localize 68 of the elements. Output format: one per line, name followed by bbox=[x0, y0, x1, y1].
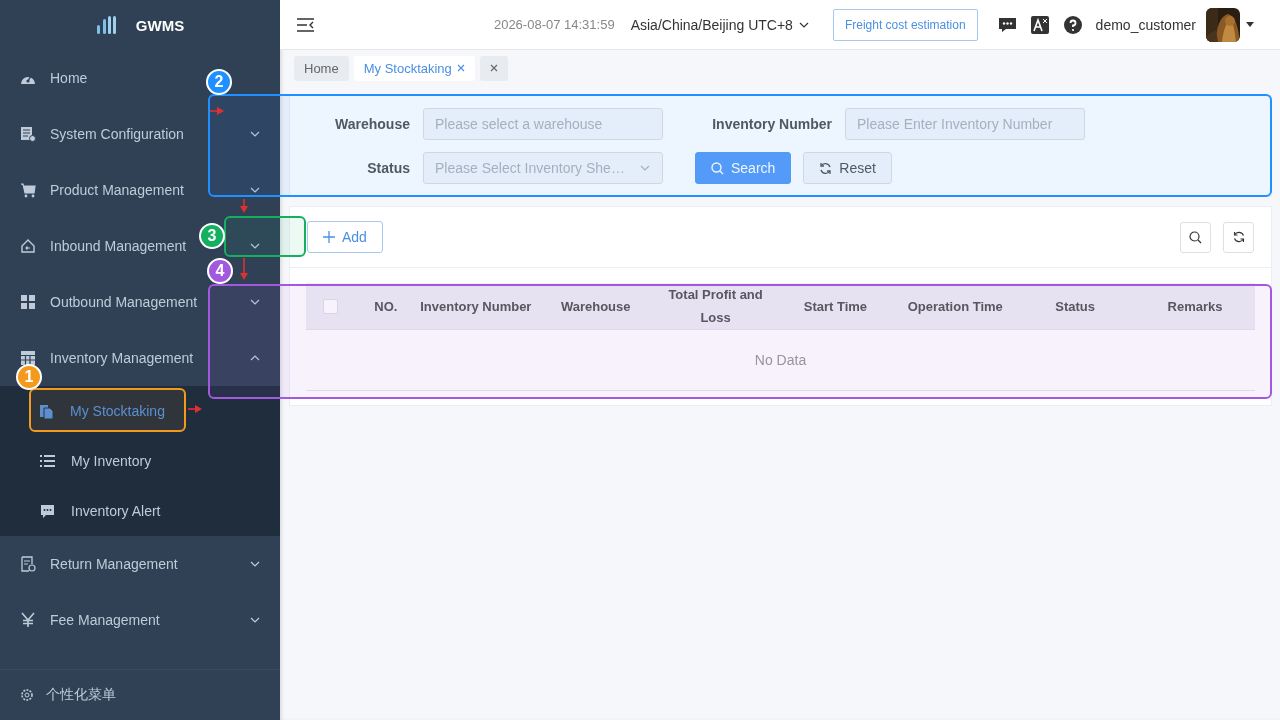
column-header: NO. bbox=[374, 298, 398, 314]
search-toggle-button[interactable] bbox=[1180, 221, 1211, 253]
refresh-icon bbox=[819, 161, 833, 175]
menu-item[interactable]: Home bbox=[50, 70, 88, 86]
select-all-checkbox[interactable] bbox=[323, 298, 339, 314]
column-header: Total Profit and Loss bbox=[668, 287, 763, 325]
reset-button[interactable]: Reset bbox=[803, 152, 892, 184]
refresh-button[interactable] bbox=[1223, 221, 1254, 253]
refresh-icon bbox=[1232, 231, 1245, 243]
submenu-item[interactable]: Inventory Alert bbox=[0, 486, 280, 536]
documents-icon bbox=[40, 403, 54, 419]
input-field[interactable]: Please select a warehouse bbox=[423, 108, 663, 140]
menu-item[interactable]: Outbound Management bbox=[50, 294, 198, 310]
chat-icon[interactable] bbox=[998, 16, 1016, 33]
arrow-icon bbox=[210, 105, 224, 117]
field-label: Warehouse bbox=[335, 115, 411, 134]
date-time: 2026-08-07 14:31:59 bbox=[493, 17, 615, 32]
column-header: Operation Time bbox=[907, 298, 1003, 314]
house-icon bbox=[20, 238, 36, 254]
list-icon bbox=[40, 454, 55, 468]
gear-icon bbox=[20, 688, 34, 702]
page-tab[interactable]: Home bbox=[294, 55, 349, 81]
menu-item[interactable]: Fee Management bbox=[50, 612, 160, 628]
timezone-dropdown[interactable]: Asia/China/Beijing UTC+8 bbox=[630, 16, 809, 33]
menu-item[interactable]: Inbound Management bbox=[50, 238, 187, 254]
username[interactable]: demo_customer bbox=[1095, 16, 1196, 33]
column-header: Start Time bbox=[803, 298, 868, 314]
close-icon[interactable] bbox=[489, 64, 498, 72]
menu-icon[interactable] bbox=[297, 17, 314, 32]
app-logo-text: GWMS bbox=[135, 16, 185, 34]
document-gear-icon bbox=[20, 126, 36, 142]
search-icon bbox=[1189, 230, 1202, 244]
grid-icon bbox=[20, 294, 36, 310]
menu-item[interactable]: System Configuration bbox=[50, 126, 184, 142]
arrow-icon bbox=[188, 403, 202, 415]
page-tab[interactable]: My Stocktaking bbox=[353, 55, 475, 81]
submenu-item[interactable]: My Inventory bbox=[0, 436, 280, 486]
select-field[interactable]: Please Select Inventory She… bbox=[423, 152, 663, 184]
table-icon bbox=[20, 350, 36, 366]
help-icon[interactable] bbox=[1063, 15, 1082, 34]
arrow-icon bbox=[238, 258, 250, 280]
yen-icon bbox=[20, 612, 36, 628]
receipt-icon bbox=[20, 556, 36, 572]
column-header: Inventory Number bbox=[420, 298, 532, 314]
chat-icon bbox=[40, 503, 55, 519]
input-field[interactable]: Please Enter Inventory Number bbox=[845, 108, 1085, 140]
close-icon[interactable] bbox=[456, 64, 465, 72]
add-button[interactable]: Add bbox=[307, 221, 383, 253]
column-header: Warehouse bbox=[560, 298, 631, 314]
logo-bars-icon bbox=[95, 15, 118, 35]
menu-item[interactable]: Inventory Management bbox=[50, 350, 194, 366]
plus-icon bbox=[323, 231, 335, 243]
cart-icon bbox=[20, 182, 36, 198]
translate-icon[interactable] bbox=[1030, 15, 1049, 34]
caret-down-icon[interactable] bbox=[1246, 22, 1254, 27]
arrow-icon bbox=[238, 199, 250, 213]
chevron-down-icon bbox=[798, 21, 809, 28]
chevron-down-icon bbox=[640, 165, 650, 171]
freight-estimation-button[interactable]: Freight cost estimation bbox=[832, 8, 978, 41]
field-label: Status bbox=[367, 159, 411, 178]
menu-item[interactable]: Product Management bbox=[50, 182, 184, 198]
field-label: Inventory Number bbox=[712, 115, 833, 134]
empty-table-text: No Data bbox=[754, 352, 807, 368]
menu-item[interactable]: 个性化菜单 bbox=[46, 686, 116, 704]
column-header: Remarks bbox=[1167, 298, 1223, 314]
menu-item[interactable]: Return Management bbox=[50, 556, 178, 572]
column-header: Status bbox=[1055, 298, 1095, 314]
search-icon bbox=[711, 161, 724, 175]
